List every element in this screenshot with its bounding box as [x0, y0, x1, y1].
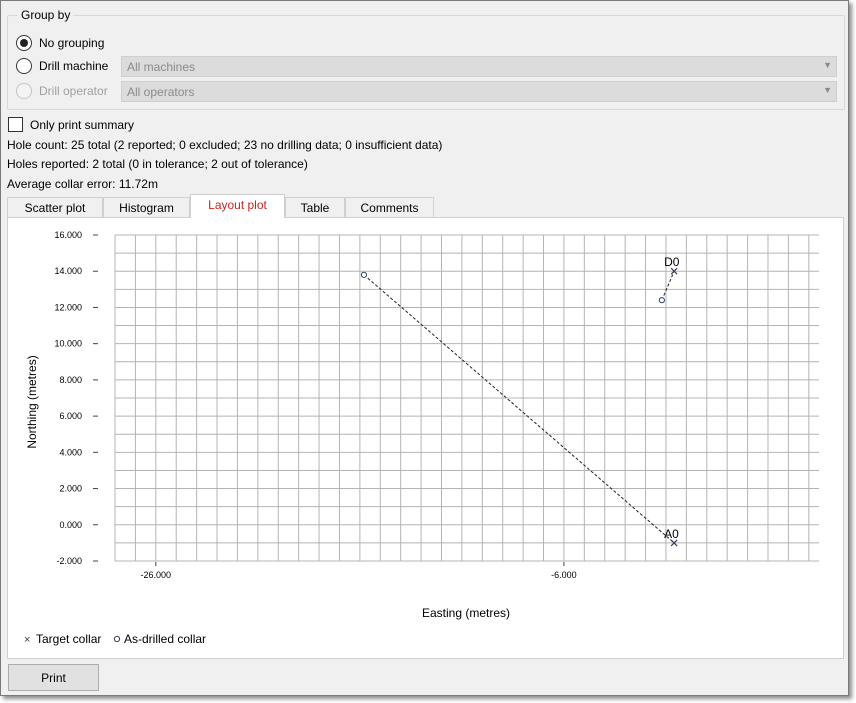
- y-tick-label: 16.000: [54, 230, 82, 240]
- tab-histogram[interactable]: Histogram: [103, 197, 190, 218]
- hole-count-text: Hole count: 25 total (2 reported; 0 excl…: [7, 138, 443, 152]
- legend-target-label: Target collar: [36, 632, 101, 646]
- chart-marks: A0 D0: [360, 255, 680, 547]
- drill-operator-option[interactable]: Drill operator: [16, 81, 108, 101]
- legend-drilled-label: As-drilled collar: [124, 632, 206, 646]
- collar-error-line: [363, 274, 675, 544]
- hole-label: A0: [664, 527, 679, 541]
- report-window: Group by No grouping Drill machine All m…: [0, 0, 849, 696]
- print-button[interactable]: Print: [8, 664, 99, 691]
- drill-machine-select-value: All machines: [127, 60, 196, 74]
- average-collar-error-text: Average collar error: 11.72m: [7, 177, 158, 191]
- y-axis-label: Northing (metres): [25, 355, 39, 448]
- x-axis-label: Easting (metres): [422, 606, 510, 620]
- x-tick-label: -26.000: [141, 570, 172, 580]
- x-tick-label: -6.000: [551, 570, 577, 580]
- drill-machine-select[interactable]: All machines ▼: [121, 56, 837, 77]
- drilled-collar-marker: [360, 271, 368, 278]
- tab-scatter-plot[interactable]: Scatter plot: [7, 197, 103, 218]
- tab-comments[interactable]: Comments: [345, 197, 434, 218]
- x-axis-ticks: -26.000 -6.000: [141, 562, 577, 580]
- only-print-summary-checkbox[interactable]: [8, 117, 23, 132]
- layout-plot-panel: -2.000 0.000 2.000 4.000 6.000 8.000 10.000 12.…: [7, 217, 844, 659]
- collar-error-line: [661, 271, 675, 301]
- drill-operator-label: Drill operator: [39, 84, 108, 98]
- group-by-box: Group by No grouping Drill machine All m…: [7, 8, 845, 110]
- y-tick-label: 14.000: [54, 266, 82, 276]
- drill-machine-label: Drill machine: [39, 59, 109, 73]
- no-grouping-label: No grouping: [39, 36, 105, 50]
- legend: × Target collar As-drilled collar: [24, 632, 206, 646]
- y-tick-label: 10.000: [54, 339, 82, 349]
- y-tick-label: -2.000: [56, 556, 82, 566]
- hole-label: D0: [664, 255, 680, 269]
- drill-operator-select[interactable]: All operators ▼: [121, 81, 837, 102]
- y-tick-label: 4.000: [59, 447, 82, 457]
- y-tick-label: 2.000: [59, 484, 82, 494]
- chart-grid: [114, 234, 819, 562]
- group-by-title: Group by: [18, 8, 74, 22]
- circle-icon: [113, 635, 121, 643]
- y-tick-label: 6.000: [59, 411, 82, 421]
- no-grouping-option[interactable]: No grouping: [16, 33, 104, 53]
- y-tick-label: 8.000: [59, 375, 82, 385]
- chevron-down-icon: ▼: [823, 60, 832, 70]
- tab-table[interactable]: Table: [285, 197, 345, 218]
- only-print-summary-option[interactable]: Only print summary: [8, 117, 134, 132]
- chevron-down-icon: ▼: [823, 85, 832, 95]
- y-tick-label: 12.000: [54, 302, 82, 312]
- tab-layout-plot[interactable]: Layout plot: [190, 194, 285, 218]
- y-axis-ticks: -2.000 0.000 2.000 4.000 6.000 8.000 10.000 12.…: [54, 230, 98, 566]
- drill-machine-option[interactable]: Drill machine: [16, 56, 108, 76]
- radio-no-grouping[interactable]: [16, 35, 32, 51]
- radio-drill-machine[interactable]: [16, 58, 32, 74]
- drill-operator-select-value: All operators: [127, 85, 195, 99]
- radio-drill-operator[interactable]: [16, 83, 32, 99]
- layout-plot-chart: -2.000 0.000 2.000 4.000 6.000 8.000 10.000 12.…: [24, 230, 819, 646]
- y-tick-label: 0.000: [59, 520, 82, 530]
- x-icon: ×: [24, 634, 30, 646]
- only-print-summary-label: Only print summary: [30, 117, 135, 132]
- holes-reported-text: Holes reported: 2 total (0 in tolerance;…: [7, 157, 308, 171]
- drilled-collar-marker: [658, 297, 665, 304]
